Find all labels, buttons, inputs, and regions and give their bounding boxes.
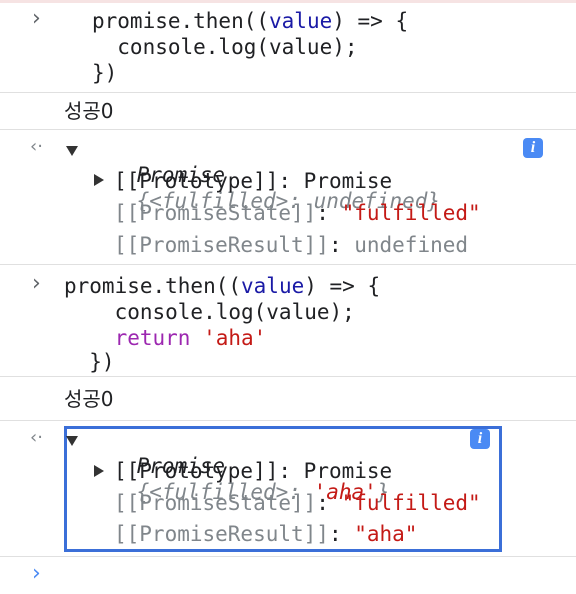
log-text: 성공0: [64, 387, 114, 411]
prop-value: "fulfilled": [341, 201, 481, 225]
prop-sep: :: [278, 459, 304, 483]
active-prompt-icon: ›: [32, 561, 41, 586]
console-log-entry: 성공0: [0, 93, 576, 130]
expand-toggle-icon[interactable]: [66, 146, 78, 156]
console-input-entry[interactable]: › promise.then((value) => { console.log(…: [0, 0, 576, 93]
info-icon[interactable]: i: [523, 138, 543, 158]
input-prompt-icon: ›: [32, 6, 41, 31]
input-prompt-icon: ›: [32, 271, 41, 296]
output-prompt-icon: ‹·: [30, 427, 43, 448]
console-result-entry[interactable]: ‹· Promise {<fulfilled>: undefined} i [[…: [0, 130, 576, 265]
output-prompt-icon: ‹·: [30, 136, 43, 157]
prop-row: [[PromiseResult]]: undefined: [114, 232, 468, 258]
console-log-entry: 성공0: [0, 377, 576, 421]
console-input-entry[interactable]: › promise.then((value) => { console.log(…: [0, 265, 576, 377]
prop-row: [[PromiseResult]]: "aha": [114, 521, 417, 547]
expand-toggle-icon[interactable]: [66, 436, 78, 446]
log-text: 성공0: [64, 99, 114, 123]
prop-key: [[PromiseState]]: [114, 491, 317, 515]
prop-value: undefined: [354, 233, 469, 257]
prop-sep: :: [278, 169, 304, 193]
code-line: return 'aha': [114, 326, 267, 350]
code-line: promise.then((value) => {: [92, 9, 409, 33]
prop-row[interactable]: [[Prototype]]: Promise: [114, 458, 392, 484]
prop-key: [[PromiseResult]]: [114, 233, 329, 257]
prop-sep: :: [328, 522, 355, 546]
code-line: }): [92, 61, 118, 85]
prop-row[interactable]: [[Prototype]]: Promise: [114, 168, 392, 194]
code-line: console.log(value);: [92, 35, 358, 59]
prop-row: [[PromiseState]]: "fulfilled": [114, 200, 481, 226]
prop-sep: :: [328, 233, 355, 257]
prop-key: [[Prototype]]: [114, 459, 279, 483]
prop-value: Promise: [303, 169, 393, 193]
code-line: console.log(value);: [64, 300, 355, 324]
prop-value: "fulfilled": [341, 491, 481, 515]
prop-key: [[PromiseResult]]: [114, 522, 329, 546]
prop-value: Promise: [303, 459, 393, 483]
expand-prototype-icon[interactable]: [94, 174, 104, 186]
info-icon[interactable]: i: [470, 429, 490, 449]
code-line: promise.then((value) => {: [64, 274, 381, 298]
prop-key: [[PromiseState]]: [114, 201, 317, 225]
prop-key: [[Prototype]]: [114, 169, 279, 193]
prop-sep: :: [316, 201, 342, 225]
console-result-entry[interactable]: ‹· Promise {<fulfilled>: 'aha'} i [[Prot…: [0, 421, 576, 557]
prop-value: "aha": [354, 522, 418, 546]
prop-sep: :: [316, 491, 342, 515]
prop-row: [[PromiseState]]: "fulfilled": [114, 490, 481, 516]
expand-prototype-icon[interactable]: [94, 465, 104, 477]
console-input-line[interactable]: ›: [0, 557, 576, 594]
code-line: }): [64, 350, 115, 374]
